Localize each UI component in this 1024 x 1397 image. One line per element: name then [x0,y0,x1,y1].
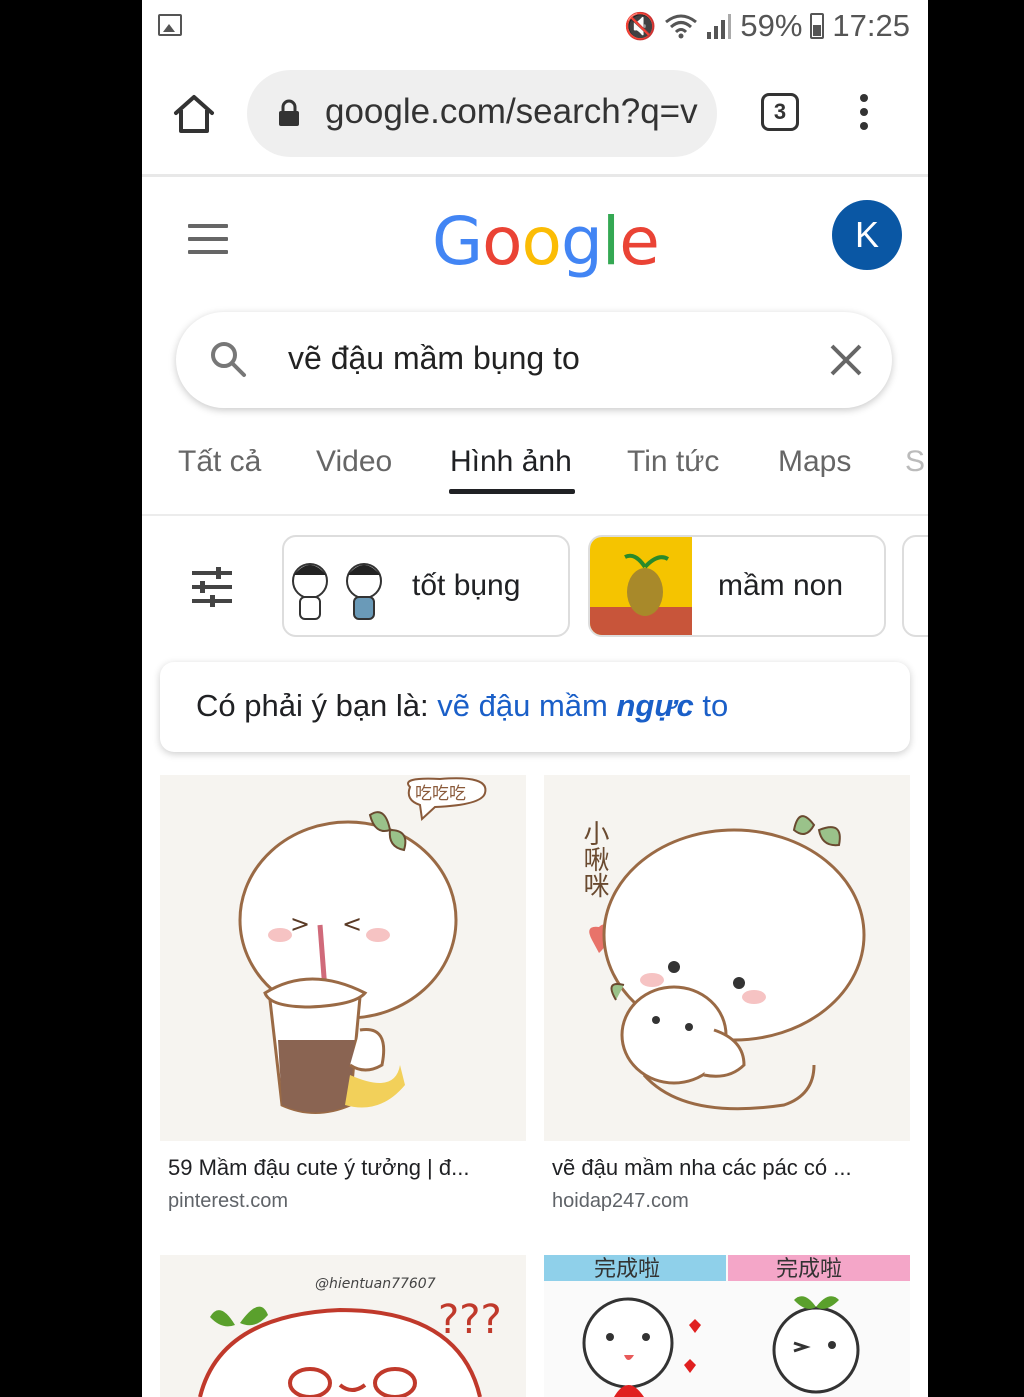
hamburger-menu-icon[interactable] [188,224,228,254]
sprout-comic-illustration: 完成啦 完成啦 [544,1255,910,1397]
chip-tot-bung[interactable]: tốt bụng [282,535,570,637]
overflow-menu-icon[interactable] [854,94,874,134]
chip-next[interactable] [902,535,928,637]
tab-maps[interactable]: Maps [778,445,851,479]
close-icon[interactable] [828,342,864,378]
logo-letter: o [521,203,562,280]
google-logo[interactable]: Google [432,203,660,280]
url-text: google.com/search?q=v [325,92,698,131]
chip-label: tốt bụng [412,569,521,602]
image-notification-icon [158,14,182,36]
tab-news[interactable]: Tin tức [627,445,719,479]
signal-icon [707,14,732,39]
lock-icon [279,99,299,126]
svg-text:>: > [290,910,310,938]
logo-letter: g [560,203,603,280]
search-tabs: Tất cả Video Hình ảnh Tin tức Maps S [142,430,928,516]
result-image[interactable]: 完成啦 完成啦 [544,1255,910,1397]
phone-screen: 🔇 59% 17:25 google.com/search?q=v 3 Goog… [142,0,928,1397]
chip-thumbnail [590,537,692,635]
svg-text:<: < [342,910,362,938]
sprout-hug-illustration: 小啾咪 [579,815,866,1111]
account-avatar[interactable]: K [832,200,902,270]
status-bar-right: 🔇 59% 17:25 [624,8,910,44]
home-icon[interactable] [172,92,216,136]
watermark-text: @hientuan77607 [315,1276,436,1292]
chip-mam-non[interactable]: mầm non [588,535,886,637]
result-title[interactable]: 59 Mầm đậu cute ý tưởng | đ... [168,1155,508,1181]
logo-letter: G [432,203,483,280]
filter-settings-icon[interactable] [190,567,234,607]
did-you-mean-prefix: Có phải ý bạn là: [196,688,429,723]
tab-all[interactable]: Tất cả [178,445,261,479]
svg-text:???: ??? [438,1297,502,1343]
result-image[interactable]: 小啾咪 [544,775,910,1141]
result-image[interactable]: 吃吃吃 > < [160,775,526,1141]
search-input[interactable]: vẽ đậu mầm bụng to [288,340,580,377]
chinese-caption: 小啾咪 [579,820,609,898]
chip-label: mầm non [718,569,844,602]
did-you-mean-text: Có phải ý bạn là: vẽ đậu mầm ngực to [196,688,728,724]
panel-caption: 完成啦 [594,1257,660,1282]
speech-bubble-text: 吃吃吃 [415,784,466,804]
sprout-angry-illustration: @hientuan77607 ??? [198,1276,502,1397]
mute-icon: 🔇 [624,10,657,41]
logo-letter: e [619,203,660,280]
logo-letter: o [482,203,522,280]
tab-switcher-button[interactable]: 3 [761,93,799,131]
address-bar[interactable]: google.com/search?q=v [247,70,717,157]
browser-toolbar: google.com/search?q=v 3 [142,52,928,177]
status-bar: 🔇 59% 17:25 [142,0,928,52]
tab-video[interactable]: Video [316,445,392,479]
sprout-drink-illustration: 吃吃吃 > < [238,777,487,1114]
logo-letter: l [601,203,620,280]
result-image[interactable]: @hientuan77607 ??? [160,1255,526,1397]
wifi-icon [665,14,698,39]
result-title[interactable]: vẽ đậu mầm nha các pác có ... [552,1155,892,1181]
did-you-mean-card: Có phải ý bạn là: vẽ đậu mầm ngực to [160,662,910,752]
result-source[interactable]: pinterest.com [168,1190,288,1213]
result-source[interactable]: hoidap247.com [552,1190,689,1213]
tab-images[interactable]: Hình ảnh [450,445,572,479]
did-you-mean-suggestion[interactable]: vẽ đậu mầm ngực to [437,688,728,723]
panel-caption: 完成啦 [776,1257,842,1282]
search-icon[interactable] [208,339,248,379]
tab-more[interactable]: S [905,445,925,479]
chip-thumbnail [292,563,382,620]
clock: 17:25 [832,8,910,43]
search-box[interactable]: vẽ đậu mầm bụng to [176,312,892,408]
active-tab-indicator [449,489,575,494]
battery-percent: 59% [740,8,803,43]
battery-icon [810,13,825,39]
